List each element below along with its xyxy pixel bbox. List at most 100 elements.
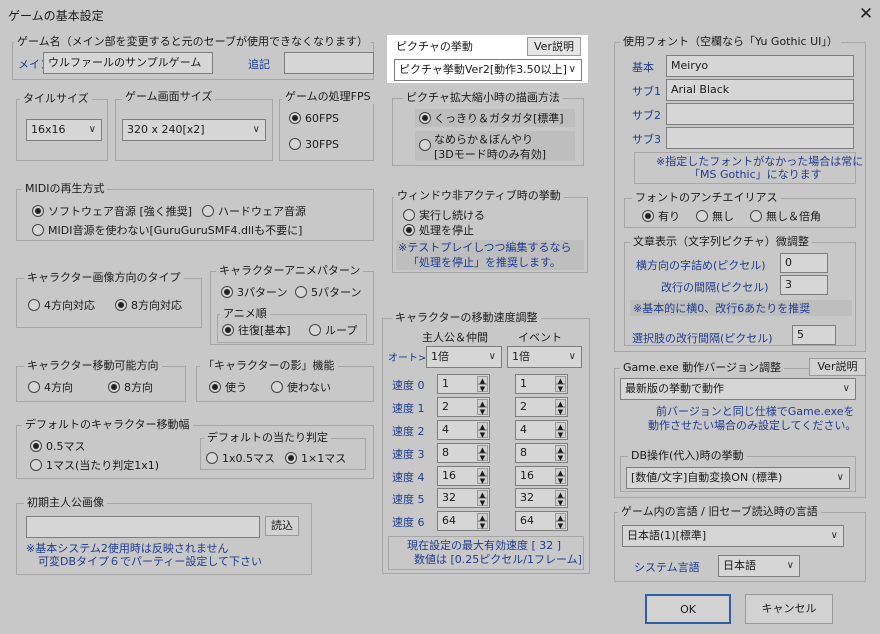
anim-order-loop-radio[interactable] [309, 324, 321, 336]
speed-event-spin[interactable]: 2 ▲ ▼ [515, 397, 568, 417]
speed-row-label: 速度 5 [392, 493, 425, 506]
spin-down-icon[interactable]: ▼ [477, 453, 488, 462]
spin-up-icon[interactable]: ▲ [477, 376, 488, 385]
anim-order-pingpong-radio[interactable] [222, 324, 234, 336]
main-name-input[interactable]: ウルファールのサンプルゲーム [43, 52, 213, 74]
spin-up-icon[interactable]: ▲ [477, 490, 488, 499]
close-icon[interactable]: ✕ [856, 4, 876, 24]
speed-auto-event-select[interactable]: 1倍 ∨ [507, 346, 582, 368]
inactive-stop-radio[interactable] [403, 224, 415, 236]
speed-hero-spin[interactable]: 2 ▲ ▼ [437, 397, 490, 417]
speed-hero-spin[interactable]: 32 ▲ ▼ [437, 488, 490, 508]
char-dir-4-radio[interactable] [28, 299, 40, 311]
hspace-spin[interactable]: 0 [780, 253, 828, 273]
move-dir-8-radio[interactable] [108, 381, 120, 393]
char-dir-4-label: 4方向対応 [44, 299, 95, 312]
move-dir-4-radio[interactable] [28, 381, 40, 393]
spin-up-icon[interactable]: ▲ [555, 399, 566, 408]
antialias-off-radio[interactable] [696, 210, 708, 222]
font-base-input[interactable]: Meiryo [666, 55, 854, 77]
ok-button[interactable]: OK [645, 594, 731, 624]
midi-none-radio[interactable] [32, 224, 44, 236]
move-width-full-radio[interactable] [30, 459, 42, 471]
speed-event-spin[interactable]: 64 ▲ ▼ [515, 511, 568, 531]
picture-ver-button[interactable]: Ver説明 [527, 37, 581, 56]
speed-event-spin[interactable]: 8 ▲ ▼ [515, 443, 568, 463]
antialias-double-radio[interactable] [750, 210, 762, 222]
spin-down-icon[interactable]: ▼ [477, 498, 488, 507]
spin-up-icon[interactable]: ▲ [477, 399, 488, 408]
spin-down-icon[interactable]: ▼ [555, 453, 566, 462]
fps-30-radio[interactable] [289, 138, 301, 150]
speed-hero-spin[interactable]: 8 ▲ ▼ [437, 443, 490, 463]
spin-up-icon[interactable]: ▲ [555, 422, 566, 431]
lspace-spin[interactable]: 3 [780, 275, 828, 295]
spin-up-icon[interactable]: ▲ [477, 468, 488, 477]
spin-up-icon[interactable]: ▲ [477, 513, 488, 522]
anim-3-radio[interactable] [221, 286, 233, 298]
game-exe-ver-button[interactable]: Ver説明 [809, 358, 866, 376]
spin-up-icon[interactable]: ▲ [555, 468, 566, 477]
spin-up-icon[interactable]: ▲ [477, 445, 488, 454]
spin-down-icon[interactable]: ▼ [477, 384, 488, 393]
spin-up-icon[interactable]: ▲ [477, 422, 488, 431]
speed-hero-spin[interactable]: 16 ▲ ▼ [437, 466, 490, 486]
picture-behavior-select[interactable]: ピクチャ挙動Ver2[動作3.50以上] ∨ [394, 59, 582, 81]
db-op-select[interactable]: [数値/文字]自動変換ON (標準) ∨ [626, 467, 850, 489]
language-select[interactable]: 日本語(1)[標準] ∨ [622, 525, 844, 547]
speed-event-spin[interactable]: 4 ▲ ▼ [515, 420, 568, 440]
speed-row-label: 速度 0 [392, 379, 425, 392]
spin-down-icon[interactable]: ▼ [477, 476, 488, 485]
speed-hero-spin[interactable]: 1 ▲ ▼ [437, 374, 490, 394]
spin-up-icon[interactable]: ▲ [555, 445, 566, 454]
scaling-sharp-radio[interactable] [419, 112, 431, 124]
game-exe-select[interactable]: 最新版の挙動で動作 ∨ [620, 378, 856, 400]
choice-space-label: 選択肢の改行間隔(ピクセル) [632, 332, 773, 345]
midi-soft-label: ソフトウェア音源 [強く推奨] [48, 205, 193, 218]
cancel-button[interactable]: キャンセル [745, 594, 833, 624]
screen-size-select[interactable]: 320 x 240[x2] ∨ [122, 119, 266, 141]
fps-60-radio[interactable] [289, 112, 301, 124]
speed-hero-spin[interactable]: 4 ▲ ▼ [437, 420, 490, 440]
spin-down-icon[interactable]: ▼ [555, 521, 566, 530]
sub-name-input[interactable] [284, 52, 374, 74]
shadow-off-radio[interactable] [271, 381, 283, 393]
spin-down-icon[interactable]: ▼ [477, 521, 488, 530]
move-width-half-radio[interactable] [30, 440, 42, 452]
load-button[interactable]: 読込 [265, 516, 299, 536]
speed-event-spin[interactable]: 32 ▲ ▼ [515, 488, 568, 508]
spin-down-icon[interactable]: ▼ [555, 476, 566, 485]
spin-up-icon[interactable]: ▲ [555, 376, 566, 385]
char-dir-8-radio[interactable] [115, 299, 127, 311]
choice-space-spin[interactable]: 5 [792, 325, 836, 345]
speed-event-spin[interactable]: 16 ▲ ▼ [515, 466, 568, 486]
scaling-smooth-label1: なめらか＆ぼんやり [434, 133, 533, 146]
hitbox-full-radio[interactable] [285, 452, 297, 464]
hitbox-half-radio[interactable] [206, 452, 218, 464]
spin-down-icon[interactable]: ▼ [555, 430, 566, 439]
text-display-title: 文章表示（文字列ピクチャ）微調整 [630, 235, 812, 249]
spin-down-icon[interactable]: ▼ [555, 407, 566, 416]
inactive-continue-radio[interactable] [403, 209, 415, 221]
anim-5-radio[interactable] [295, 286, 307, 298]
midi-hard-radio[interactable] [202, 205, 214, 217]
tile-size-select[interactable]: 16x16 ∨ [26, 119, 102, 141]
midi-soft-radio[interactable] [32, 205, 44, 217]
spin-down-icon[interactable]: ▼ [555, 384, 566, 393]
scaling-smooth-radio[interactable] [419, 139, 431, 151]
system-language-select[interactable]: 日本語 ∨ [718, 555, 800, 577]
font-sub1-input[interactable]: Arial Black [666, 79, 854, 101]
spin-up-icon[interactable]: ▲ [555, 490, 566, 499]
spin-down-icon[interactable]: ▼ [477, 407, 488, 416]
speed-event-spin[interactable]: 1 ▲ ▼ [515, 374, 568, 394]
spin-down-icon[interactable]: ▼ [555, 498, 566, 507]
antialias-on-radio[interactable] [642, 210, 654, 222]
shadow-on-radio[interactable] [209, 381, 221, 393]
font-sub3-input[interactable] [666, 127, 854, 149]
initial-image-input[interactable] [26, 516, 260, 538]
speed-hero-spin[interactable]: 64 ▲ ▼ [437, 511, 490, 531]
font-sub2-input[interactable] [666, 103, 854, 125]
spin-down-icon[interactable]: ▼ [477, 430, 488, 439]
spin-up-icon[interactable]: ▲ [555, 513, 566, 522]
speed-auto-hero-select[interactable]: 1倍 ∨ [426, 346, 502, 368]
